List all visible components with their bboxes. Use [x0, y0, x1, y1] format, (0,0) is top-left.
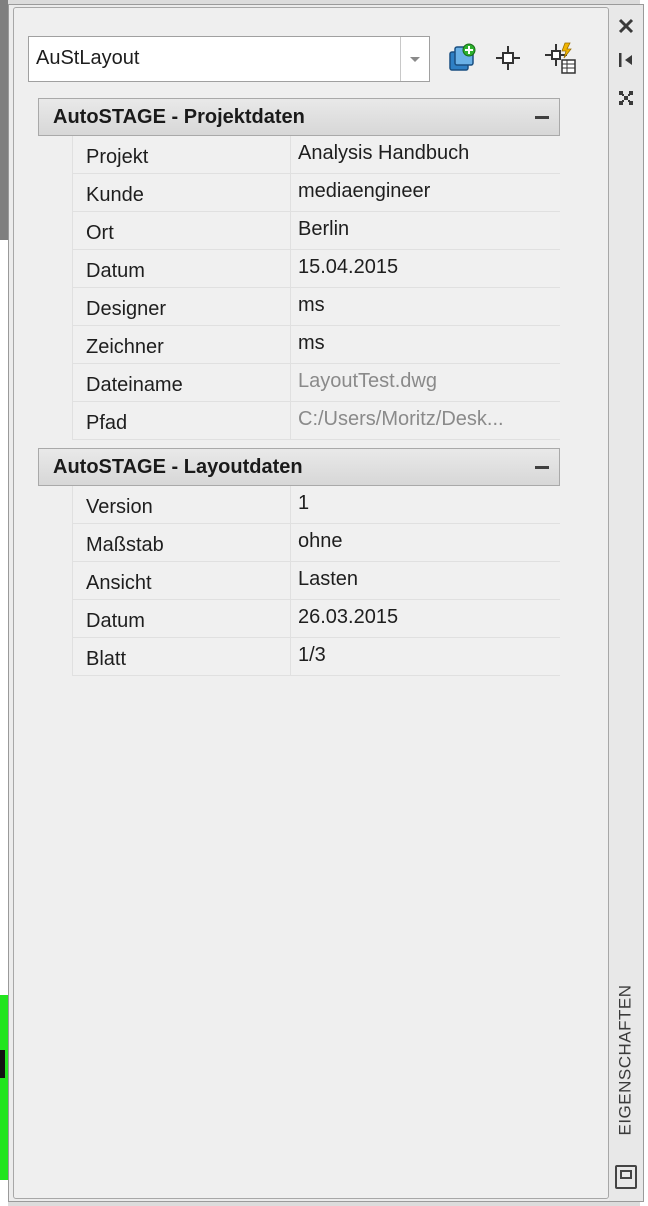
section-title: AutoSTAGE - Layoutdaten	[53, 456, 303, 478]
background-left-mark	[0, 1050, 5, 1078]
palette-content: AuStLayout AutoSTAGE - Projektdaten Proj…	[13, 7, 609, 1199]
property-value[interactable]: ohne	[292, 524, 560, 561]
property-label: Ansicht	[73, 562, 291, 599]
property-row[interactable]: Maßstab ohne	[73, 524, 560, 562]
property-value[interactable]: Lasten	[292, 562, 560, 599]
palette-settings-icon[interactable]	[615, 1165, 637, 1189]
palette-title-text: EIGENSCHAFTEN	[616, 984, 635, 1136]
property-row[interactable]: Ort Berlin	[73, 212, 560, 250]
section-title: AutoSTAGE - Projektdaten	[53, 106, 305, 128]
property-value-readonly: C:/Users/Moritz/Desk...	[298, 408, 504, 430]
property-row[interactable]: Ansicht Lasten	[73, 562, 560, 600]
property-label: Maßstab	[73, 524, 291, 561]
property-row[interactable]: Projekt Analysis Handbuch	[73, 136, 560, 174]
property-table-layoutdaten: Version 1 Maßstab ohne Ansicht Lasten Da…	[72, 486, 560, 676]
property-value[interactable]: mediaengineer	[292, 174, 560, 211]
property-label: Datum	[73, 600, 291, 637]
property-value[interactable]: 1/3	[292, 638, 560, 675]
property-row[interactable]: Designer ms	[73, 288, 560, 326]
property-row[interactable]: Blatt 1/3	[73, 638, 560, 676]
property-table-projektdaten: Projekt Analysis Handbuch Kunde mediaeng…	[72, 136, 560, 440]
property-value[interactable]: ms	[292, 288, 560, 325]
property-label: Blatt	[73, 638, 291, 675]
property-row: Dateiname LayoutTest.dwg	[73, 364, 560, 402]
chevron-down-icon[interactable]	[400, 37, 429, 81]
section-header-projektdaten[interactable]: AutoSTAGE - Projektdaten	[38, 98, 560, 136]
properties-menu-icon[interactable]	[613, 85, 639, 111]
property-value[interactable]: 15.04.2015	[292, 250, 560, 287]
property-label: Dateiname	[73, 364, 291, 401]
palette-title: EIGENSCHAFTEN	[611, 965, 641, 1155]
property-row[interactable]: Datum 26.03.2015	[73, 600, 560, 638]
property-value[interactable]: Berlin	[292, 212, 560, 249]
object-type-value: AuStLayout	[36, 47, 140, 69]
property-label: Projekt	[73, 136, 291, 173]
property-value[interactable]: ms	[292, 326, 560, 363]
background-left-green	[0, 995, 8, 1180]
properties-palette: AuStLayout AutoSTAGE - Projektdaten Proj…	[8, 4, 644, 1202]
property-row[interactable]: Kunde mediaengineer	[73, 174, 560, 212]
property-row[interactable]: Zeichner ms	[73, 326, 560, 364]
property-row[interactable]: Version 1	[73, 486, 560, 524]
object-type-dropdown[interactable]: AuStLayout	[28, 36, 430, 82]
collapse-icon[interactable]	[535, 116, 549, 119]
property-label: Zeichner	[73, 326, 291, 363]
palette-title-bar: EIGENSCHAFTEN	[609, 5, 643, 1201]
property-label: Kunde	[73, 174, 291, 211]
property-row: Pfad C:/Users/Moritz/Desk...	[73, 402, 560, 440]
background-left-dark	[0, 0, 8, 240]
property-label: Datum	[73, 250, 291, 287]
collapse-icon[interactable]	[535, 466, 549, 469]
pick-objects-icon[interactable]	[490, 40, 526, 76]
property-label: Ort	[73, 212, 291, 249]
close-icon[interactable]	[613, 13, 639, 39]
property-label: Designer	[73, 288, 291, 325]
property-value[interactable]: 1	[292, 486, 560, 523]
toggle-pickadd-icon[interactable]	[542, 40, 578, 76]
property-value-readonly: LayoutTest.dwg	[298, 370, 437, 392]
property-value[interactable]: 26.03.2015	[292, 600, 560, 637]
property-label: Pfad	[73, 402, 291, 439]
quick-select-icon[interactable]	[444, 40, 480, 76]
section-header-layoutdaten[interactable]: AutoSTAGE - Layoutdaten	[38, 448, 560, 486]
property-row[interactable]: Datum 15.04.2015	[73, 250, 560, 288]
auto-hide-icon[interactable]	[613, 47, 639, 73]
property-label: Version	[73, 486, 291, 523]
property-value[interactable]: Analysis Handbuch	[292, 136, 560, 173]
